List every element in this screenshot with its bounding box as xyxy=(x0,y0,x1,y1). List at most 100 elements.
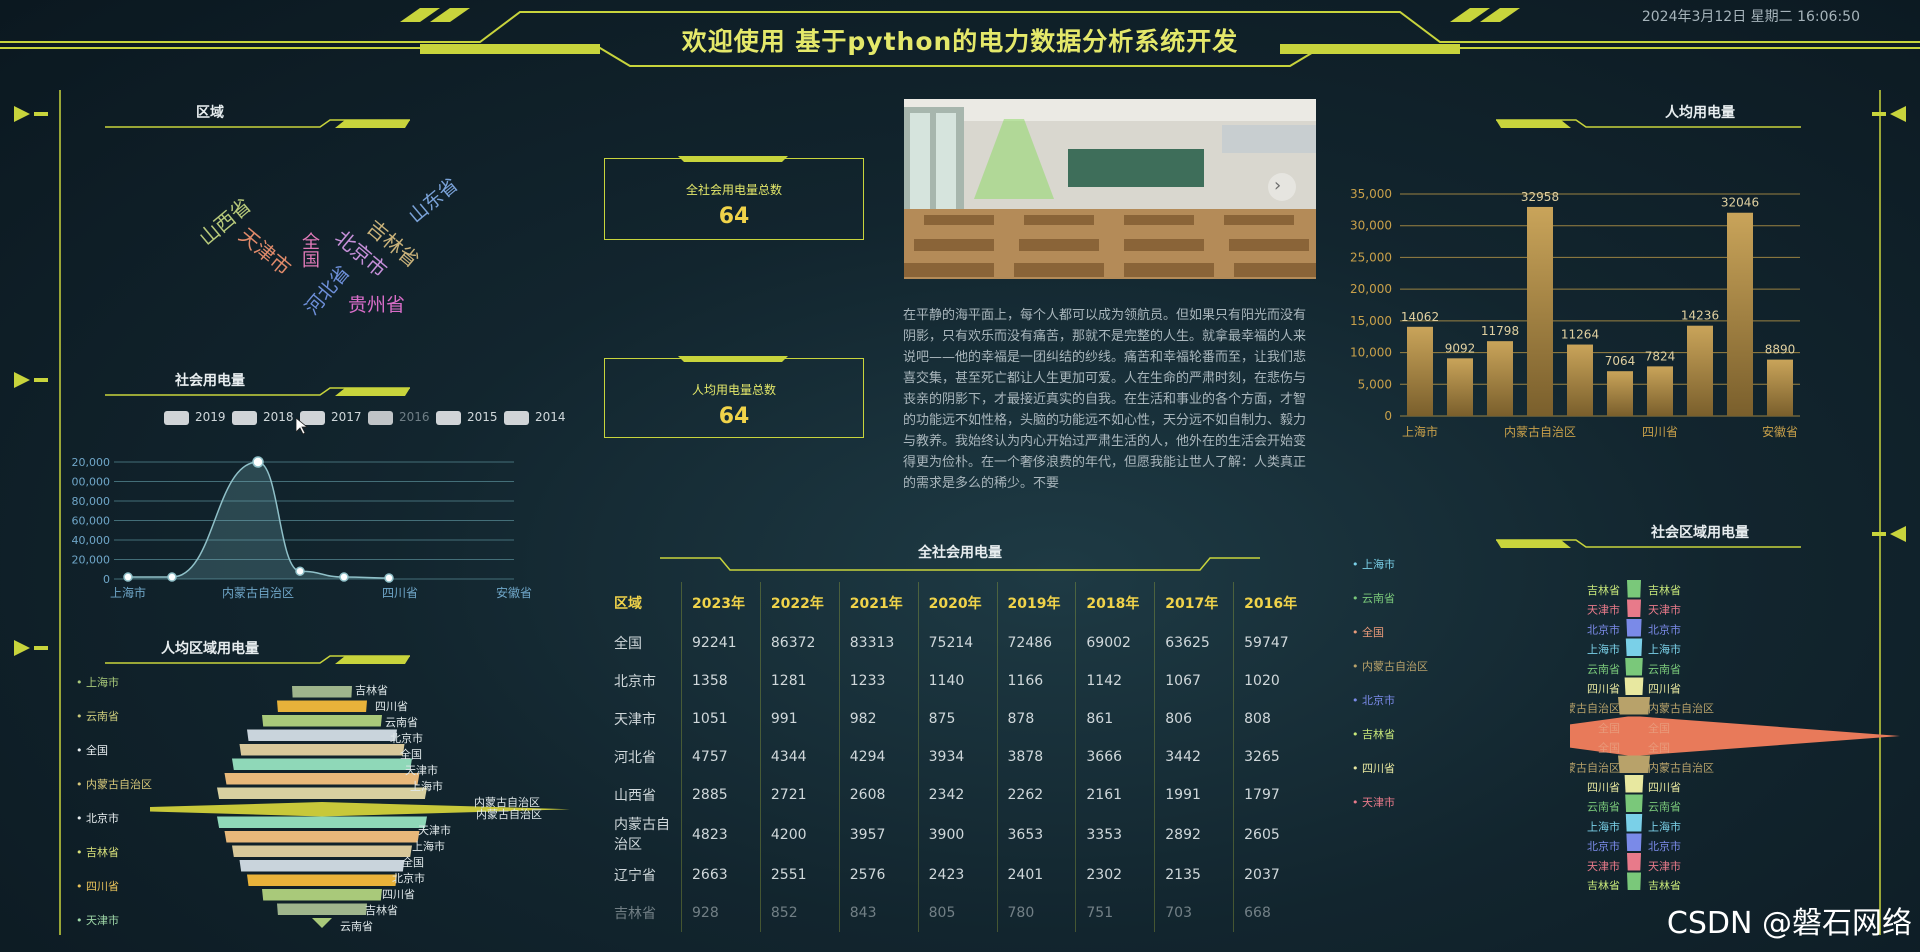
legend-item[interactable]: • 云南省 xyxy=(76,708,119,724)
bar[interactable] xyxy=(1607,371,1633,416)
line-point[interactable] xyxy=(384,573,394,583)
bar[interactable] xyxy=(1567,344,1593,416)
table-cell: 780 xyxy=(996,894,1076,932)
funnel-label: 内蒙古自治区 xyxy=(1570,760,1620,774)
legend-item[interactable]: • 云南省 xyxy=(1352,590,1395,606)
line-point[interactable] xyxy=(252,456,264,468)
legend-2017[interactable]: 2017 xyxy=(300,410,362,425)
legend-item[interactable]: • 天津市 xyxy=(1352,794,1395,810)
funnel-segment[interactable] xyxy=(262,715,382,727)
legend-item[interactable]: • 上海市 xyxy=(76,674,119,690)
funnel-label: 上海市 xyxy=(1648,642,1681,656)
legend-item[interactable]: • 北京市 xyxy=(1352,692,1395,708)
funnel-segment[interactable] xyxy=(1625,814,1643,832)
funnel-segment[interactable] xyxy=(232,758,412,771)
legend-item[interactable]: • 内蒙古自治区 xyxy=(1352,658,1428,674)
funnel-segment[interactable] xyxy=(1627,872,1641,891)
legend-item[interactable]: • 全国 xyxy=(76,742,108,758)
funnel-segment[interactable] xyxy=(239,860,405,872)
table-cell: 808 xyxy=(1233,700,1312,738)
legend-dot-icon: • xyxy=(1352,660,1362,673)
word-guizhou[interactable]: 贵州省 xyxy=(348,290,405,317)
funnel-segment[interactable] xyxy=(262,889,382,901)
funnel-segment[interactable] xyxy=(217,787,427,800)
funnel-segment[interactable] xyxy=(1627,853,1641,871)
legend-2018[interactable]: 2018 xyxy=(232,410,294,425)
legend-2015[interactable]: 2015 xyxy=(436,410,498,425)
funnel-segment[interactable] xyxy=(292,686,352,698)
line-point[interactable] xyxy=(167,572,177,582)
legend-2019[interactable]: 2019 xyxy=(164,410,226,425)
funnel-label: 内蒙古自治区 xyxy=(1648,701,1714,715)
funnel-segment[interactable] xyxy=(239,744,405,756)
funnel-segment[interactable] xyxy=(1625,794,1643,813)
funnel-segment[interactable] xyxy=(312,918,332,928)
funnel-segment[interactable] xyxy=(1618,755,1650,774)
funnel-segment[interactable] xyxy=(1627,599,1641,618)
funnel-segment[interactable] xyxy=(1618,697,1650,715)
bar[interactable] xyxy=(1687,325,1713,416)
legend-item[interactable]: • 北京市 xyxy=(76,810,119,826)
funnel-label: 天津市 xyxy=(405,763,438,777)
funnel-label: 全国 xyxy=(1598,721,1620,735)
legend-item[interactable]: • 四川省 xyxy=(1352,760,1395,776)
table-cell: 2608 xyxy=(838,776,919,814)
funnel-segment[interactable] xyxy=(217,816,427,829)
funnel-segment[interactable] xyxy=(247,874,397,887)
line-y-tick: 0 xyxy=(103,573,110,586)
funnel-segment[interactable] xyxy=(277,903,367,916)
legend-item[interactable]: • 上海市 xyxy=(1352,556,1395,572)
line-x-tick: 四川省 xyxy=(382,586,418,600)
legend-2016[interactable]: 2016 xyxy=(368,410,430,425)
funnel-segment[interactable] xyxy=(1627,580,1641,598)
kpi-total-accent xyxy=(678,156,788,162)
legend-item[interactable]: • 全国 xyxy=(1352,624,1384,640)
word-tianjin[interactable]: 天津市 xyxy=(234,220,299,281)
legend-item[interactable]: • 吉林省 xyxy=(1352,726,1395,742)
funnel-segment[interactable] xyxy=(224,831,420,843)
bar[interactable] xyxy=(1487,341,1513,416)
table-row: 辽宁省 2663 2551 2576 2423 2401 2302 2135 2037 xyxy=(604,856,1312,894)
carousel-next-icon[interactable]: › xyxy=(1274,175,1281,196)
carousel-image[interactable]: › xyxy=(904,99,1316,279)
line-point[interactable] xyxy=(295,566,305,576)
line-y-tick: 00,000 xyxy=(72,476,111,489)
bar[interactable] xyxy=(1727,212,1753,416)
legend-item[interactable]: • 内蒙古自治区 xyxy=(76,776,152,792)
funnel-segment[interactable] xyxy=(1624,775,1644,793)
social-region-underline xyxy=(1496,539,1801,548)
funnel-segment[interactable] xyxy=(224,773,420,785)
legend-item[interactable]: • 吉林省 xyxy=(76,844,119,860)
legend-item[interactable]: • 四川省 xyxy=(76,878,119,894)
funnel-segment[interactable] xyxy=(232,845,412,858)
funnel-segment[interactable] xyxy=(1624,677,1644,696)
bar[interactable] xyxy=(1767,359,1793,416)
funnel-segment[interactable] xyxy=(1625,658,1643,676)
line-point[interactable] xyxy=(123,572,133,582)
col-header: 2023年 xyxy=(681,582,761,624)
funnel-label: 天津市 xyxy=(1648,859,1681,873)
word-shandong[interactable]: 山东省 xyxy=(402,171,463,228)
word-hebei[interactable]: 河北省 xyxy=(298,259,355,320)
table-row: 北京市 1358 1281 1233 1140 1166 1142 1067 1020 xyxy=(604,662,1312,700)
funnel-segment[interactable] xyxy=(277,700,367,713)
bar-value-label: 32958 xyxy=(1521,190,1559,204)
table-cell: 861 xyxy=(1075,700,1155,738)
funnel-segment[interactable] xyxy=(1626,833,1642,852)
legend-item[interactable]: • 天津市 xyxy=(76,912,119,928)
bar[interactable] xyxy=(1407,326,1433,416)
funnel-segment[interactable] xyxy=(247,729,397,742)
bar-x-tick: 安徽省 xyxy=(1762,424,1798,439)
table-cell: 2262 xyxy=(996,776,1076,814)
funnel-segment[interactable] xyxy=(1626,619,1642,637)
funnel-segment[interactable] xyxy=(1625,638,1643,657)
per-capita-region-underline xyxy=(105,655,410,664)
kpi-total-label: 全社会用电量总数 xyxy=(685,183,782,197)
bar[interactable] xyxy=(1647,366,1673,416)
word-quanguo[interactable]: 全国 xyxy=(296,232,322,268)
line-point[interactable] xyxy=(339,572,349,582)
legend-2014[interactable]: 2014 xyxy=(504,410,566,425)
kpi-per-capita-label: 人均用电量总数 xyxy=(691,383,776,397)
bar[interactable] xyxy=(1527,206,1553,416)
bar[interactable] xyxy=(1447,358,1473,416)
